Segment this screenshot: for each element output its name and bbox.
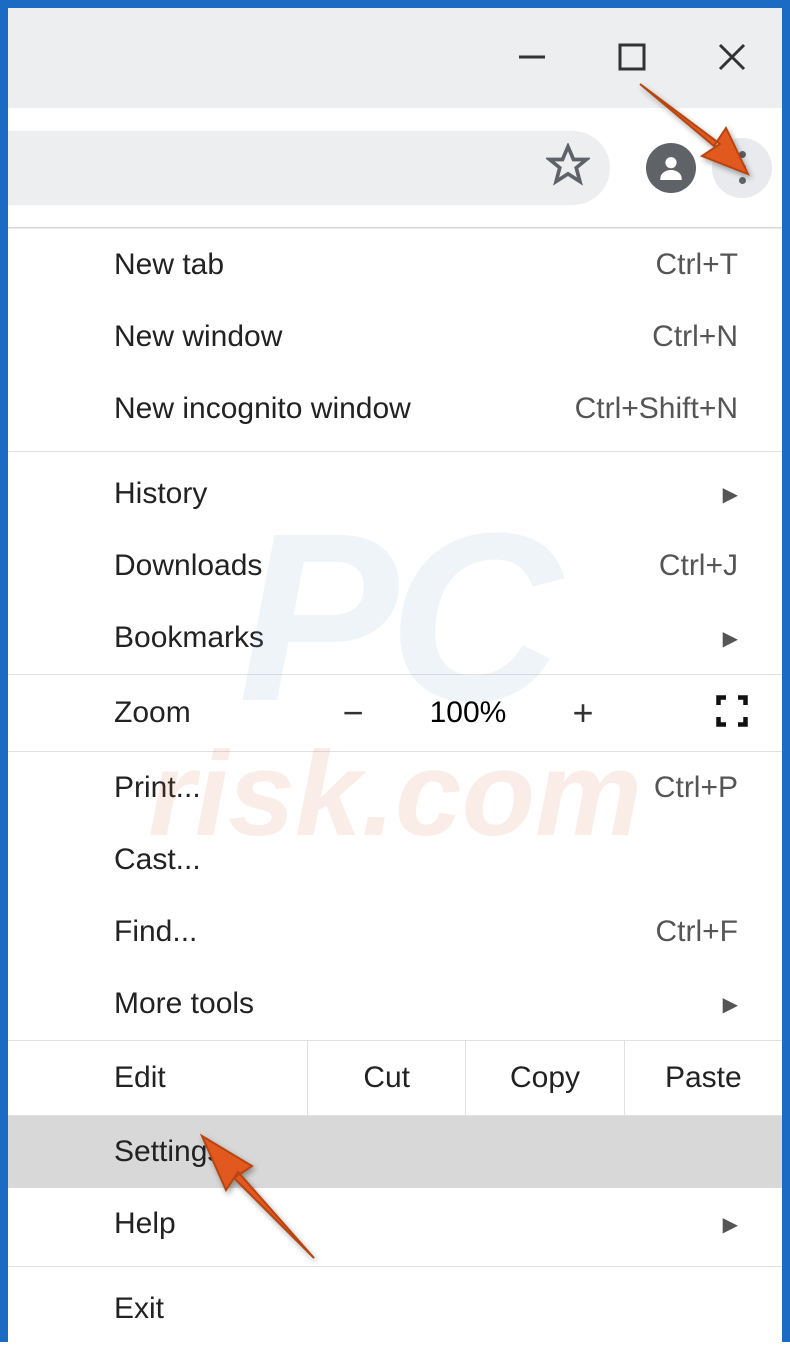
menu-label: Cast... (114, 843, 738, 877)
menu-label: Find... (114, 915, 656, 949)
edit-label: Edit (8, 1041, 308, 1115)
browser-window: New tab Ctrl+T New window Ctrl+N New inc… (0, 0, 790, 1342)
menu-separator (8, 1266, 782, 1267)
edit-copy-button[interactable]: Copy (466, 1041, 624, 1115)
menu-item-find[interactable]: Find... Ctrl+F (8, 896, 782, 968)
menu-item-bookmarks[interactable]: Bookmarks ▶ (8, 602, 782, 674)
menu-item-cast[interactable]: Cast... (8, 824, 782, 896)
submenu-arrow-icon: ▶ (723, 626, 738, 651)
fullscreen-button[interactable] (682, 693, 782, 734)
menu-item-zoom: Zoom − 100% + (8, 674, 782, 752)
menu-label: More tools (114, 987, 723, 1021)
menu-label: Downloads (114, 549, 659, 583)
minimize-button[interactable] (482, 22, 582, 92)
menu-shortcut: Ctrl+J (659, 549, 738, 583)
zoom-label: Zoom (8, 696, 308, 730)
submenu-arrow-icon: ▶ (723, 992, 738, 1017)
maximize-button[interactable] (582, 22, 682, 92)
menu-label: New window (114, 320, 652, 354)
bookmark-star-icon[interactable] (546, 143, 590, 192)
menu-item-help[interactable]: Help ▶ (8, 1188, 782, 1260)
menu-label: Print... (114, 771, 654, 805)
edit-cut-button[interactable]: Cut (308, 1041, 466, 1115)
menu-label: History (114, 477, 723, 511)
submenu-arrow-icon: ▶ (723, 1212, 738, 1237)
menu-item-more-tools[interactable]: More tools ▶ (8, 968, 782, 1040)
profile-button[interactable] (646, 143, 696, 193)
menu-label: Help (114, 1207, 723, 1241)
menu-label: Exit (114, 1292, 738, 1326)
menu-item-exit[interactable]: Exit (8, 1273, 782, 1345)
menu-item-downloads[interactable]: Downloads Ctrl+J (8, 530, 782, 602)
menu-label: Bookmarks (114, 621, 723, 655)
edit-paste-button[interactable]: Paste (625, 1041, 782, 1115)
menu-item-new-tab[interactable]: New tab Ctrl+T (8, 229, 782, 301)
titlebar (8, 8, 782, 108)
menu-item-history[interactable]: History ▶ (8, 458, 782, 530)
zoom-out-button[interactable]: − (308, 682, 398, 744)
menu-label: Settings (114, 1135, 738, 1169)
menu-item-edit: Edit Cut Copy Paste (8, 1040, 782, 1116)
kebab-dot-icon (739, 164, 746, 171)
menu-separator (8, 451, 782, 452)
menu-shortcut: Ctrl+T (656, 248, 739, 282)
kebab-dot-icon (739, 177, 746, 184)
menu-item-settings[interactable]: Settings (8, 1116, 782, 1188)
menu-item-new-window[interactable]: New window Ctrl+N (8, 301, 782, 373)
submenu-arrow-icon: ▶ (723, 482, 738, 507)
zoom-value: 100% (398, 696, 538, 730)
menu-shortcut: Ctrl+P (654, 771, 738, 805)
chrome-menu: New tab Ctrl+T New window Ctrl+N New inc… (8, 228, 782, 1345)
kebab-dot-icon (739, 151, 746, 158)
menu-shortcut: Ctrl+Shift+N (575, 392, 738, 426)
menu-item-print[interactable]: Print... Ctrl+P (8, 752, 782, 824)
close-button[interactable] (682, 22, 782, 92)
menu-label: New incognito window (114, 392, 575, 426)
omnibox[interactable] (8, 131, 610, 205)
menu-shortcut: Ctrl+N (652, 320, 738, 354)
zoom-in-button[interactable]: + (538, 682, 628, 744)
menu-item-new-incognito[interactable]: New incognito window Ctrl+Shift+N (8, 373, 782, 445)
menu-shortcut: Ctrl+F (656, 915, 739, 949)
more-menu-button[interactable] (712, 138, 772, 198)
browser-toolbar (8, 108, 782, 228)
menu-label: New tab (114, 248, 656, 282)
